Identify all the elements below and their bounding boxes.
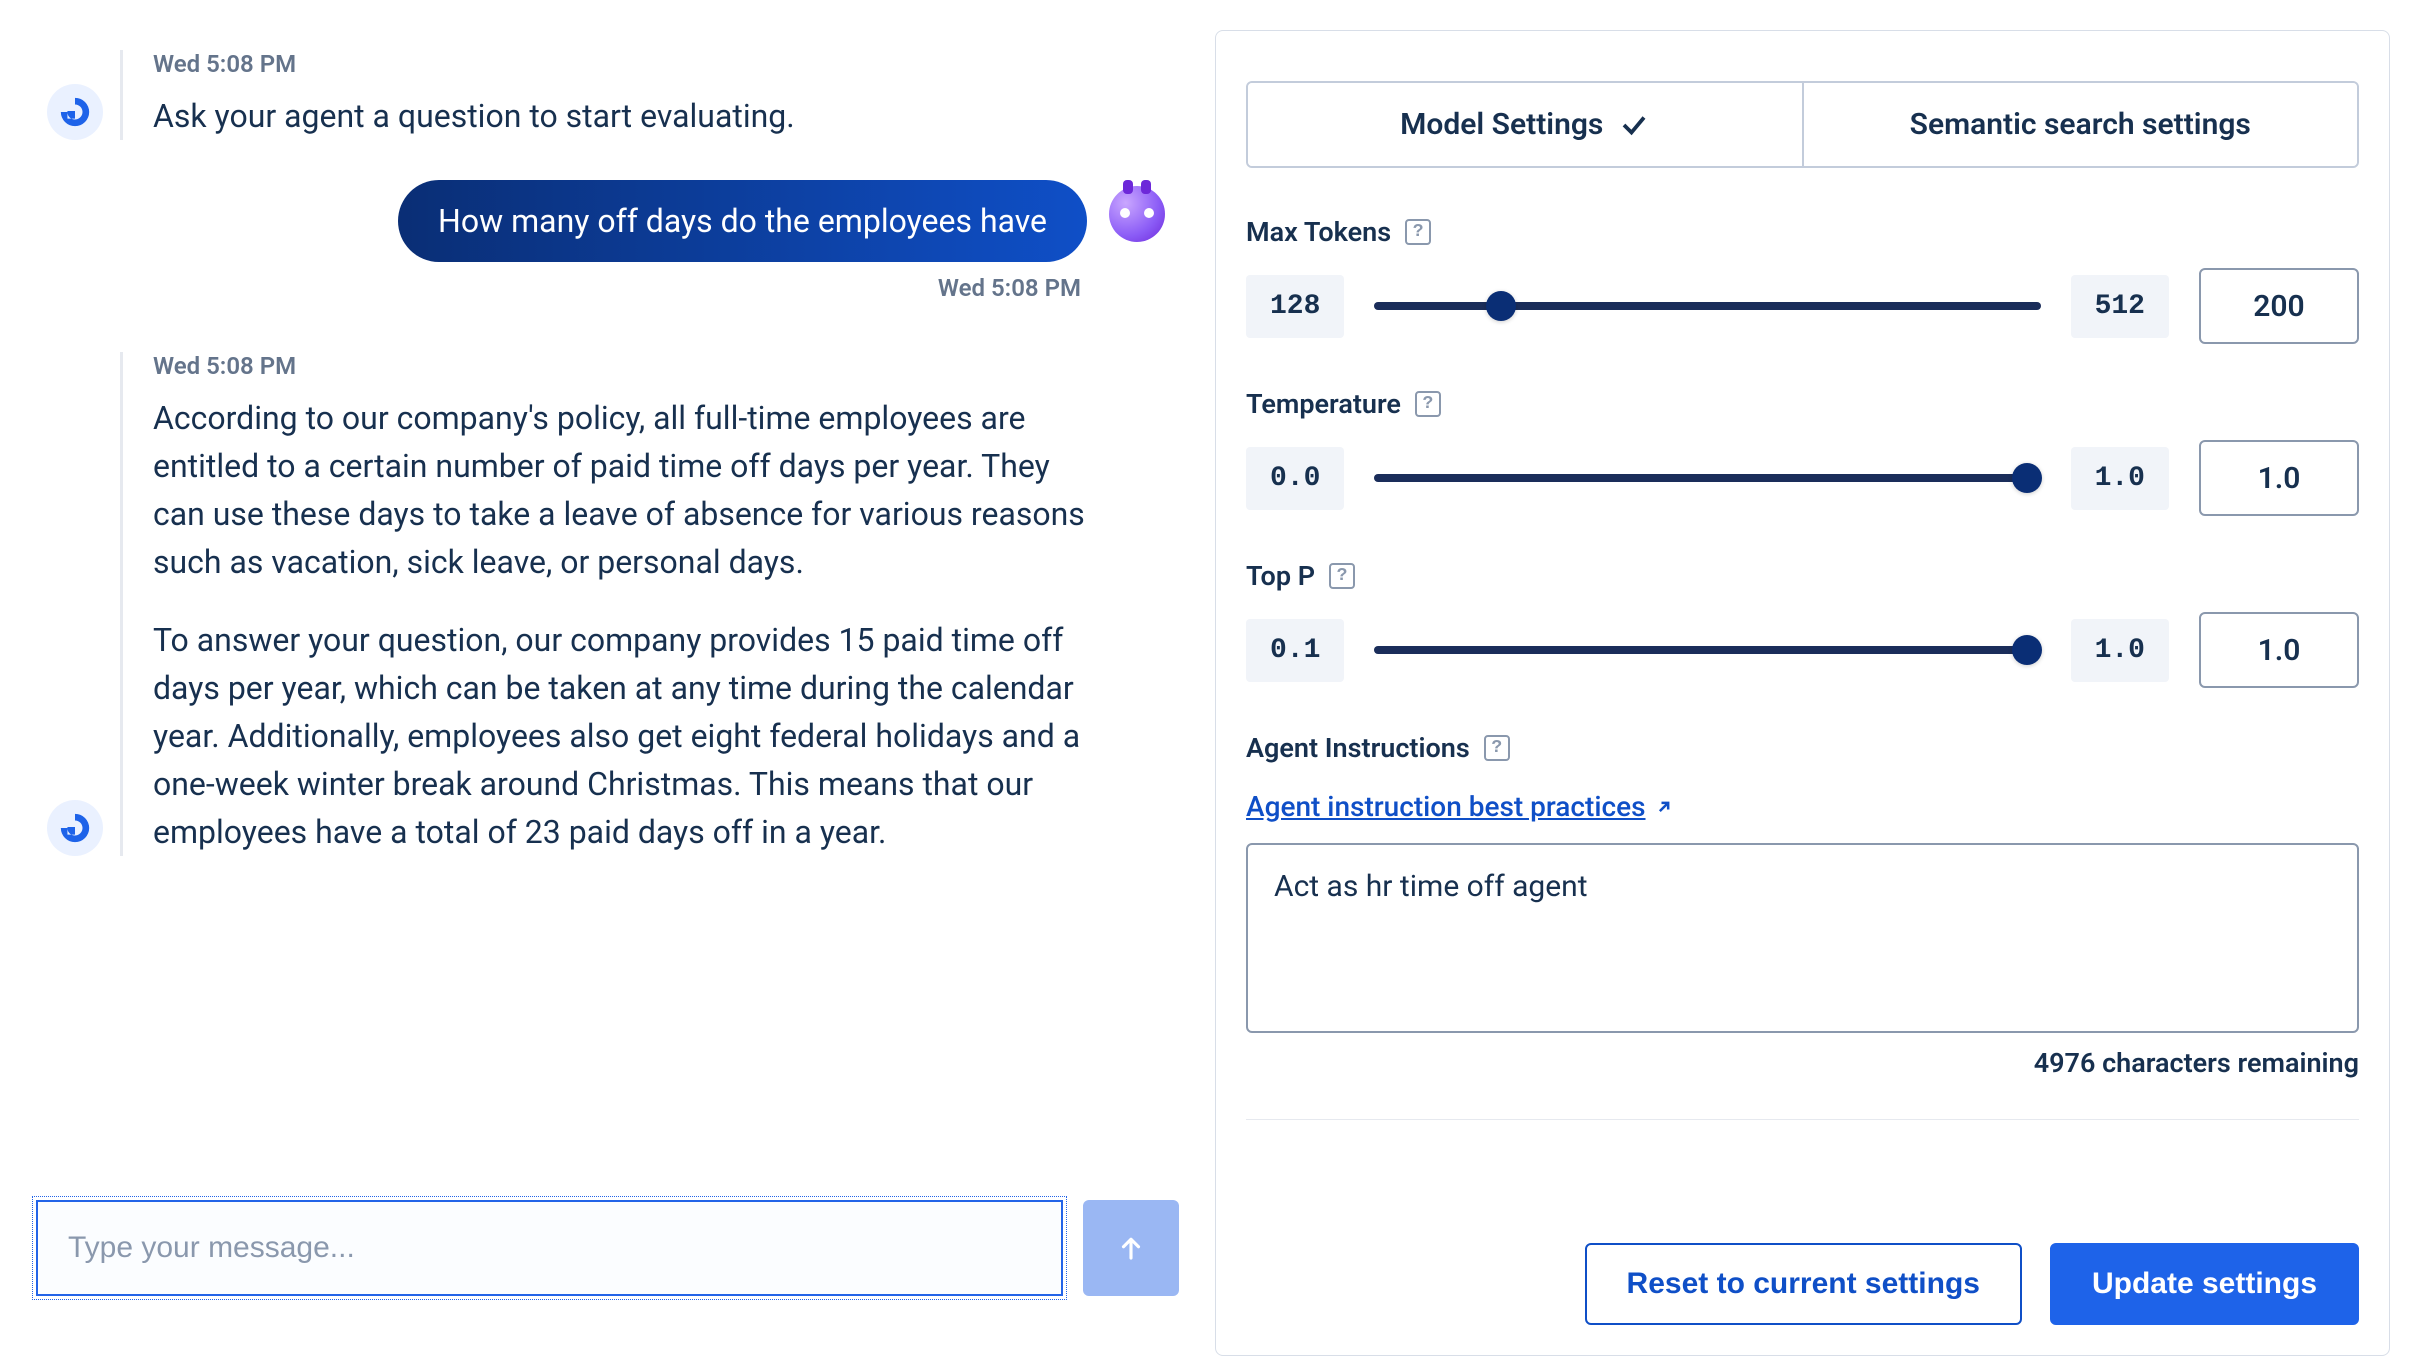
top-p-slider[interactable] (1374, 646, 2040, 654)
help-icon[interactable]: ? (1415, 391, 1441, 417)
max-tokens-value-input[interactable]: 200 (2199, 268, 2359, 344)
user-message-timestamp: Wed 5:08 PM (938, 274, 1081, 302)
agent-instructions-label-row: Agent Instructions ? (1246, 732, 2359, 764)
divider (1246, 1119, 2359, 1120)
temperature-label: Temperature (1246, 388, 1401, 420)
user-message-row: How many off days do the employees have … (30, 180, 1185, 302)
send-button[interactable] (1083, 1200, 1179, 1296)
temperature-max: 1.0 (2071, 447, 2169, 510)
agent-instructions-label: Agent Instructions (1246, 732, 1470, 764)
characters-remaining: 4976 characters remaining (1246, 1047, 2359, 1079)
digitalocean-logo-icon (47, 84, 103, 140)
update-settings-button[interactable]: Update settings (2050, 1243, 2359, 1325)
system-message-row: Wed 5:08 PM Ask your agent a question to… (30, 50, 1185, 140)
agent-message-timestamp: Wed 5:08 PM (153, 352, 1090, 380)
chat-input-row (30, 1200, 1185, 1296)
user-avatar-icon (1109, 186, 1165, 242)
system-message-text: Ask your agent a question to start evalu… (153, 92, 1090, 140)
top-p-value-input[interactable]: 1.0 (2199, 612, 2359, 688)
temperature-slider-group: 0.0 1.0 1.0 (1246, 440, 2359, 516)
help-icon[interactable]: ? (1405, 219, 1431, 245)
digitalocean-logo-icon (47, 800, 103, 856)
agent-avatar-col (30, 50, 120, 140)
check-icon (1619, 110, 1649, 140)
top-p-label: Top P (1246, 560, 1315, 592)
external-link-icon (1654, 797, 1674, 817)
tab-model-settings[interactable]: Model Settings (1248, 83, 1802, 166)
max-tokens-min: 128 (1246, 275, 1344, 338)
agent-message-body: Wed 5:08 PM According to our company's p… (120, 352, 1090, 856)
max-tokens-slider[interactable] (1374, 302, 2040, 310)
help-icon[interactable]: ? (1329, 563, 1355, 589)
top-p-max: 1.0 (2071, 619, 2169, 682)
temperature-slider-thumb[interactable] (2012, 463, 2042, 493)
arrow-up-icon (1116, 1233, 1146, 1263)
agent-instructions-link-text: Agent instruction best practices (1246, 790, 1646, 823)
agent-instructions-best-practices-link[interactable]: Agent instruction best practices (1246, 790, 1674, 823)
agent-message-p2: To answer your question, our company pro… (153, 616, 1090, 856)
temperature-slider[interactable] (1374, 474, 2040, 482)
tab-semantic-search-settings[interactable]: Semantic search settings (1802, 83, 2358, 166)
system-message-body: Wed 5:08 PM Ask your agent a question to… (120, 50, 1090, 140)
agent-avatar-col (30, 352, 120, 856)
agent-message-p1: According to our company's policy, all f… (153, 394, 1090, 586)
reset-button[interactable]: Reset to current settings (1585, 1243, 2022, 1325)
settings-tabs: Model Settings Semantic search settings (1246, 81, 2359, 168)
user-message-bubble: How many off days do the employees have (398, 180, 1087, 262)
top-p-label-row: Top P ? (1246, 560, 2359, 592)
settings-pane: Model Settings Semantic search settings … (1215, 30, 2390, 1356)
system-message-timestamp: Wed 5:08 PM (153, 50, 1090, 78)
max-tokens-slider-group: 128 512 200 (1246, 268, 2359, 344)
agent-message-row: Wed 5:08 PM According to our company's p… (30, 352, 1185, 856)
help-icon[interactable]: ? (1484, 735, 1510, 761)
chat-pane: Wed 5:08 PM Ask your agent a question to… (0, 0, 1215, 1326)
agent-instructions-textarea[interactable] (1246, 843, 2359, 1033)
top-p-slider-group: 0.1 1.0 1.0 (1246, 612, 2359, 688)
message-input[interactable] (36, 1200, 1063, 1296)
temperature-min: 0.0 (1246, 447, 1344, 510)
max-tokens-label: Max Tokens (1246, 216, 1391, 248)
temperature-value-input[interactable]: 1.0 (2199, 440, 2359, 516)
tab-model-settings-label: Model Settings (1400, 107, 1603, 142)
top-p-min: 0.1 (1246, 619, 1344, 682)
settings-actions: Reset to current settings Update setting… (1246, 1243, 2359, 1325)
max-tokens-slider-thumb[interactable] (1486, 291, 1516, 321)
max-tokens-max: 512 (2071, 275, 2169, 338)
tab-semantic-label: Semantic search settings (1910, 107, 2251, 142)
agent-message-text: According to our company's policy, all f… (153, 394, 1090, 856)
max-tokens-label-row: Max Tokens ? (1246, 216, 2359, 248)
top-p-slider-thumb[interactable] (2012, 635, 2042, 665)
temperature-label-row: Temperature ? (1246, 388, 2359, 420)
